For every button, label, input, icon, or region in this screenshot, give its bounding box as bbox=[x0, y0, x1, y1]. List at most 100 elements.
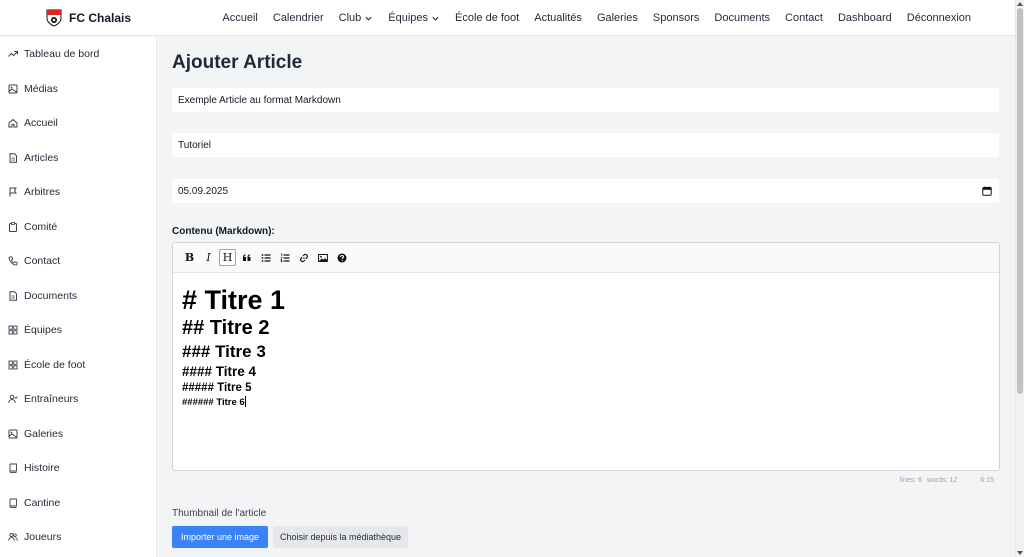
home-icon bbox=[8, 119, 18, 128]
scroll-up-arrow-icon[interactable] bbox=[1017, 2, 1023, 6]
top-navbar: FC Chalais Accueil Calendrier Club Équip… bbox=[0, 0, 1015, 36]
sidebar-item-comite[interactable]: Comité bbox=[0, 210, 156, 245]
book-icon bbox=[9, 498, 17, 508]
sidebar-item-label: Contact bbox=[24, 255, 61, 268]
sidebar-item-histoire[interactable]: Histoire bbox=[0, 451, 156, 486]
content-line-h6-wrap: ###### Titre 6 bbox=[182, 396, 990, 410]
sidebar-item-label: Articles bbox=[24, 151, 59, 164]
sidebar-item-label: Galeries bbox=[24, 427, 64, 440]
quote-icon bbox=[242, 254, 250, 261]
question-circle-icon bbox=[337, 253, 346, 262]
sidebar-item-label: Médias bbox=[24, 82, 58, 95]
quote-button[interactable] bbox=[238, 249, 255, 266]
sidebar-item-cantine[interactable]: Cantine bbox=[0, 486, 156, 521]
date-input[interactable]: 05.09.2025 bbox=[172, 179, 999, 203]
content-label: Contenu (Markdown): bbox=[172, 226, 275, 237]
page-scrollbar[interactable] bbox=[1015, 0, 1024, 557]
category-input[interactable]: Tutoriel bbox=[172, 133, 999, 157]
page-title: Ajouter Article bbox=[172, 52, 303, 73]
content-line-h2: ## Titre 2 bbox=[182, 317, 270, 339]
upload-image-button[interactable]: Importer une image bbox=[172, 526, 268, 548]
choose-from-library-button[interactable]: Choisir depuis la médiathèque bbox=[273, 526, 408, 548]
sidebar-item-label: Histoire bbox=[24, 462, 60, 475]
user-check-icon bbox=[8, 395, 18, 404]
sidebar-item-articles[interactable]: Articles bbox=[0, 141, 156, 176]
sidebar-item-label: Tableau de bord bbox=[24, 48, 100, 61]
category-input-value: Tutoriel bbox=[178, 139, 211, 151]
sidebar-item-label: Documents bbox=[24, 289, 78, 302]
sidebar-item-tableau-de-bord[interactable]: Tableau de bord bbox=[0, 37, 156, 72]
editor-statusbar: lines: 6 words: 12 6:15 bbox=[900, 477, 994, 484]
nav-actualites[interactable]: Actualités bbox=[534, 12, 582, 24]
status-cursor: 6:15 bbox=[980, 477, 994, 484]
clipboard-icon bbox=[9, 221, 17, 232]
sidebar-item-contact[interactable]: Contact bbox=[0, 244, 156, 279]
sidebar-item-documents[interactable]: Documents bbox=[0, 279, 156, 314]
nav-sponsors[interactable]: Sponsors bbox=[653, 12, 699, 24]
nav-club[interactable]: Club bbox=[339, 12, 374, 24]
unordered-list-button[interactable] bbox=[257, 249, 274, 266]
nav-deconnexion[interactable]: Déconnexion bbox=[907, 12, 971, 24]
image-icon bbox=[8, 84, 18, 94]
document-icon bbox=[9, 153, 17, 163]
numbered-list-icon bbox=[279, 253, 289, 262]
brand[interactable]: FC Chalais bbox=[46, 9, 131, 27]
content-line-h3: ### Titre 3 bbox=[182, 342, 266, 361]
status-lines: lines: 6 bbox=[899, 477, 923, 484]
nav-ecole-de-foot[interactable]: École de foot bbox=[455, 12, 519, 24]
chevron-down-icon bbox=[365, 16, 372, 21]
link-button[interactable] bbox=[295, 249, 312, 266]
document-icon bbox=[9, 291, 17, 301]
link-icon bbox=[299, 253, 308, 262]
sidebar-item-label: Entraîneurs bbox=[24, 393, 79, 406]
nav-calendrier[interactable]: Calendrier bbox=[273, 12, 324, 24]
bullet-list-icon bbox=[261, 253, 270, 262]
text-cursor bbox=[244, 396, 246, 407]
main-nav: Accueil Calendrier Club Équipes École de… bbox=[222, 0, 971, 36]
markdown-editor: B I H # Titre 1 ## Titre 2 ### Titre 3 #… bbox=[172, 242, 1000, 471]
scroll-thumb[interactable] bbox=[1017, 8, 1023, 394]
nav-accueil[interactable]: Accueil bbox=[222, 12, 257, 24]
content-line-h6: ###### Titre 6 bbox=[182, 397, 245, 408]
help-button[interactable] bbox=[333, 249, 350, 266]
grid-icon bbox=[8, 360, 18, 370]
heading-button[interactable]: H bbox=[219, 249, 236, 266]
image-button[interactable] bbox=[314, 249, 331, 266]
sidebar-item-ecole-de-foot[interactable]: École de foot bbox=[0, 348, 156, 383]
sidebar-item-label: Cantine bbox=[24, 496, 61, 509]
nav-documents[interactable]: Documents bbox=[714, 12, 770, 24]
editor-toolbar: B I H bbox=[173, 243, 999, 273]
book-icon bbox=[9, 463, 17, 474]
main-content: Ajouter Article Exemple Article au forma… bbox=[172, 37, 1000, 548]
date-input-value: 05.09.2025 bbox=[178, 185, 229, 197]
image-icon bbox=[8, 429, 18, 439]
nav-contact[interactable]: Contact bbox=[785, 12, 823, 24]
scroll-down-arrow-icon[interactable] bbox=[1017, 551, 1023, 555]
nav-equipes[interactable]: Équipes bbox=[388, 12, 440, 24]
sidebar-item-galeries[interactable]: Galeries bbox=[0, 417, 156, 452]
calendar-icon[interactable] bbox=[982, 186, 992, 196]
title-input-value: Exemple Article au format Markdown bbox=[178, 94, 341, 106]
italic-button[interactable]: I bbox=[200, 249, 217, 266]
nav-dashboard[interactable]: Dashboard bbox=[838, 12, 892, 24]
sidebar-item-label: École de foot bbox=[24, 358, 86, 371]
status-words: words: 12 bbox=[927, 477, 958, 484]
markdown-textarea[interactable]: # Titre 1 ## Titre 2 ### Titre 3 #### Ti… bbox=[173, 273, 999, 422]
sidebar-item-label: Équipes bbox=[24, 324, 62, 337]
sidebar-item-medias[interactable]: Médias bbox=[0, 72, 156, 107]
title-input[interactable]: Exemple Article au format Markdown bbox=[172, 88, 999, 112]
content-line-h1: # Titre 1 bbox=[182, 285, 286, 315]
sidebar-item-accueil[interactable]: Accueil bbox=[0, 106, 156, 141]
phone-icon bbox=[8, 256, 18, 266]
thumbnail-label: Thumbnail de l'article bbox=[172, 508, 267, 519]
bold-button[interactable]: B bbox=[181, 249, 198, 266]
nav-galeries[interactable]: Galeries bbox=[597, 12, 638, 24]
sidebar-item-label: Arbitres bbox=[24, 186, 61, 199]
admin-sidebar: Tableau de bord Médias Accueil Articles … bbox=[0, 37, 157, 557]
sidebar-item-entraineurs[interactable]: Entraîneurs bbox=[0, 382, 156, 417]
brand-name: FC Chalais bbox=[69, 10, 132, 25]
sidebar-item-joueurs[interactable]: Joueurs bbox=[0, 520, 156, 555]
sidebar-item-equipes[interactable]: Équipes bbox=[0, 313, 156, 348]
ordered-list-button[interactable] bbox=[276, 249, 293, 266]
sidebar-item-arbitres[interactable]: Arbitres bbox=[0, 175, 156, 210]
